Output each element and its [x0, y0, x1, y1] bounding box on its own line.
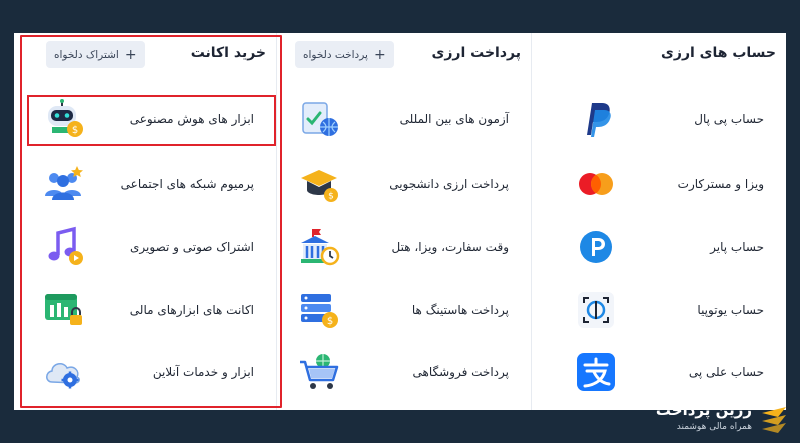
menu-item-label: آزمون های بین المللی	[399, 112, 509, 126]
zarinpal-logo-icon	[762, 407, 786, 433]
social-users-icon	[45, 166, 83, 200]
menu-item-label: ویزا و مسترکارت	[677, 177, 764, 191]
menu-item-payoneer[interactable]: حساب پایر	[532, 219, 786, 275]
chip-label: اشتراک دلخواه	[54, 48, 119, 61]
plus-icon: +	[124, 46, 137, 63]
menu-item-label: ابزار و خدمات آنلاین	[152, 365, 254, 379]
svg-text:$: $	[327, 316, 333, 327]
graduation-cap-icon: $	[301, 170, 338, 202]
payoneer-icon	[580, 231, 612, 263]
brand-tagline: همراه مالی هوشمند	[676, 422, 752, 432]
menu-item-label: پرداخت ارزی دانشجویی	[389, 177, 509, 191]
mastercard-icon	[579, 173, 613, 195]
menu-item-label: اکانت های ابزارهای مالی	[129, 303, 254, 317]
menu-item-label: حساب یوتوپیا	[697, 303, 764, 317]
server-icon: $	[301, 294, 338, 328]
column-title: حساب های ارزی	[661, 45, 776, 61]
cloud-gear-icon	[46, 363, 80, 389]
menu-item-ai-tools[interactable]: ابزار های هوش مصنوعی $	[14, 91, 276, 147]
column-currency-payment: پرداخت ارزی + پرداخت دلخواه آزمون های بی…	[276, 33, 531, 410]
plus-icon: +	[373, 46, 386, 63]
menu-item-utopia[interactable]: حساب یوتوپیا	[532, 282, 786, 338]
menu-item-embassy-visa-hotel[interactable]: وقت سفارت، ویزا، هتل	[277, 219, 531, 275]
custom-subscription-button[interactable]: + اشتراک دلخواه	[46, 41, 145, 68]
menu-item-label: پرمیوم شبکه های اجتماعی	[120, 177, 254, 191]
menu-item-visa-mastercard[interactable]: ویزا و مسترکارت	[532, 156, 786, 212]
exam-globe-icon	[302, 102, 338, 136]
menu-item-student-payment[interactable]: پرداخت ارزی دانشجویی $	[277, 156, 531, 212]
music-note-icon	[48, 226, 83, 265]
column-title: خرید اکانت	[190, 45, 266, 61]
menu-item-label: حساب پایر	[710, 240, 764, 254]
menu-item-store-payment[interactable]: پرداخت فروشگاهی	[277, 344, 531, 400]
menu-item-label: پرداخت فروشگاهی	[412, 365, 509, 379]
column-header: خرید اکانت + اشتراک دلخواه	[24, 41, 266, 71]
menu-item-paypal[interactable]: حساب پی پال	[532, 91, 786, 147]
alipay-icon	[577, 353, 615, 391]
menu-panel: حساب های ارزی حساب پی پال ویزا و مسترکار…	[14, 33, 786, 410]
chip-label: پرداخت دلخواه	[303, 48, 368, 61]
menu-item-international-exams[interactable]: آزمون های بین المللی	[277, 91, 531, 147]
paypal-icon	[587, 103, 611, 137]
menu-item-social-premium[interactable]: پرمیوم شبکه های اجتماعی	[14, 156, 276, 212]
menu-item-label: اشتراک صوتی و تصویری	[130, 240, 254, 254]
embassy-icon	[301, 229, 340, 266]
svg-text:$: $	[328, 192, 334, 202]
menu-item-label: حساب علی پی	[688, 365, 764, 379]
menu-item-label: پرداخت هاستینگ ها	[411, 303, 509, 317]
brand-name: زرین پرداخت	[655, 401, 752, 419]
brand-logo: زرین پرداخت همراه مالی هوشمند	[656, 399, 790, 439]
column-header: پرداخت ارزی + پرداخت دلخواه	[287, 41, 521, 71]
custom-payment-button[interactable]: + پرداخت دلخواه	[295, 41, 394, 68]
menu-item-label: وقت سفارت، ویزا، هتل	[391, 240, 509, 254]
svg-text:$: $	[72, 125, 78, 136]
menu-item-label: حساب پی پال	[694, 112, 764, 126]
column-currency-accounts: حساب های ارزی حساب پی پال ویزا و مسترکار…	[531, 33, 786, 410]
menu-item-online-services[interactable]: ابزار و خدمات آنلاین	[14, 344, 276, 400]
menu-item-finance-tools[interactable]: اکانت های ابزارهای مالی	[14, 282, 276, 338]
finance-lock-icon	[45, 294, 82, 325]
column-header: حساب های ارزی	[542, 41, 776, 71]
menu-item-label: ابزار های هوش مصنوعی	[129, 112, 254, 126]
ai-robot-icon: $	[48, 99, 83, 137]
menu-item-alipay[interactable]: حساب علی پی	[532, 344, 786, 400]
column-buy-account: خرید اکانت + اشتراک دلخواه ابزار های هوش…	[14, 33, 276, 410]
menu-item-audio-video[interactable]: اشتراک صوتی و تصویری	[14, 219, 276, 275]
column-title: پرداخت ارزی	[431, 45, 521, 61]
shopping-cart-icon	[300, 354, 339, 389]
utopia-icon	[578, 292, 614, 328]
menu-item-hosting-payment[interactable]: پرداخت هاستینگ ها $	[277, 282, 531, 338]
